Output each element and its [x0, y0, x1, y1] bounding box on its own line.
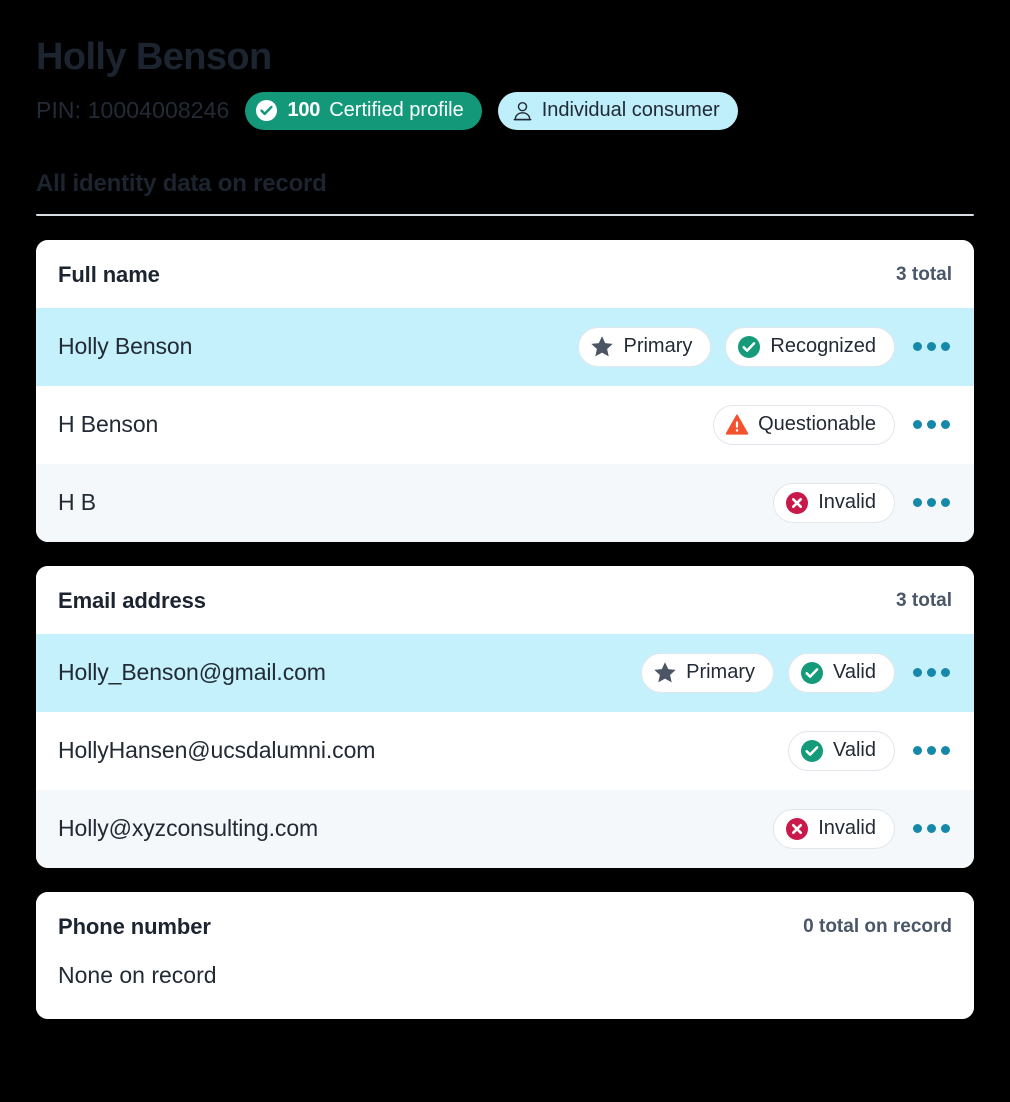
- table-row[interactable]: HollyHansen@ucsdalumni.com Valid: [36, 711, 974, 790]
- identity-profile-page: Holly Benson PIN: 10004008246 100 Certif…: [0, 0, 1010, 1102]
- row-value: Holly@xyzconsulting.com: [58, 815, 319, 842]
- certified-label: Certified profile: [329, 99, 464, 122]
- status-badge: Invalid: [773, 482, 895, 523]
- identity-card: Full name 3 total Holly Benson Primary Recog…: [36, 239, 974, 542]
- row-actions: Invalid: [773, 808, 954, 849]
- status-badge-label: Questionable: [758, 413, 876, 436]
- certified-score: 100: [287, 99, 321, 122]
- status-badge-label: Invalid: [818, 491, 876, 514]
- status-badge-label: Invalid: [818, 817, 876, 840]
- section-divider: [36, 213, 974, 216]
- person-icon: [512, 100, 533, 122]
- card-title: Email address: [58, 587, 206, 613]
- row-actions: Invalid: [773, 482, 954, 523]
- card-header: Email address 3 total: [36, 565, 974, 634]
- status-badge-label: Primary: [623, 335, 693, 358]
- identity-card: Phone number 0 total on record None on rec…: [36, 891, 974, 1019]
- table-row[interactable]: H Benson Questionable: [36, 385, 974, 464]
- identity-cards-container: Full name 3 total Holly Benson Primary Recog…: [36, 239, 974, 1019]
- status-badge-label: Valid: [833, 661, 876, 684]
- pin-label: PIN: 10004008246: [36, 97, 230, 124]
- check-circle-icon: [800, 661, 824, 685]
- status-badge: Primary: [641, 652, 774, 693]
- more-options-icon[interactable]: [909, 738, 954, 763]
- row-actions: Valid: [788, 730, 954, 771]
- check-circle-icon: [737, 335, 761, 359]
- status-badge-certified-profile: 100 Certified profile: [245, 91, 482, 130]
- row-value: Holly_Benson@gmail.com: [58, 659, 326, 686]
- x-circle-icon: [785, 491, 809, 515]
- more-options-icon[interactable]: [909, 412, 954, 437]
- more-options-icon[interactable]: [909, 660, 954, 685]
- warning-triangle-icon: [725, 413, 749, 437]
- check-circle-icon: [255, 99, 278, 122]
- table-row[interactable]: Holly@xyzconsulting.com Invalid: [36, 789, 974, 868]
- card-header: Phone number 0 total on record: [36, 891, 974, 960]
- row-actions: Primary Valid: [641, 652, 954, 693]
- status-badge: Valid: [788, 652, 895, 693]
- status-badge-label: Primary: [686, 661, 755, 684]
- card-title: Full name: [58, 261, 160, 287]
- row-value: Holly Benson: [58, 333, 193, 360]
- status-badge-individual-consumer: Individual consumer: [497, 91, 738, 130]
- status-badge: Recognized: [725, 326, 895, 367]
- row-value: H B: [58, 489, 97, 516]
- table-row[interactable]: H B Invalid: [36, 463, 974, 542]
- card-count: 3 total: [896, 263, 952, 285]
- row-value: HollyHansen@ucsdalumni.com: [58, 737, 376, 764]
- status-badge-label: Valid: [833, 739, 876, 762]
- x-circle-icon: [785, 817, 809, 841]
- status-badge-label: Recognized: [770, 335, 876, 358]
- more-options-icon[interactable]: [909, 490, 954, 515]
- empty-state-text: None on record: [36, 959, 974, 1019]
- status-badge: Questionable: [713, 404, 895, 445]
- section-heading: All identity data on record: [36, 169, 327, 197]
- row-value: H Benson: [58, 411, 159, 438]
- star-icon: [653, 661, 677, 684]
- status-badge: Invalid: [773, 808, 895, 849]
- check-circle-icon: [800, 739, 824, 763]
- row-actions: Primary Recognized: [578, 326, 954, 367]
- status-badge: Primary: [578, 326, 712, 367]
- table-row[interactable]: Holly Benson Primary Recognized: [36, 307, 974, 386]
- card-header: Full name 3 total: [36, 239, 974, 308]
- more-options-icon[interactable]: [909, 334, 954, 359]
- star-icon: [590, 335, 614, 358]
- identity-card: Email address 3 total Holly_Benson@gmail.c…: [36, 565, 974, 868]
- card-count: 3 total: [896, 589, 952, 611]
- page-title: Holly Benson: [36, 36, 272, 78]
- identity-summary-row: PIN: 10004008246 100 Certified profile I…: [36, 91, 974, 130]
- row-actions: Questionable: [713, 404, 954, 445]
- card-title: Phone number: [58, 913, 211, 939]
- status-badge: Valid: [788, 730, 895, 771]
- table-row[interactable]: Holly_Benson@gmail.com Primary Valid: [36, 633, 974, 712]
- consumer-label: Individual consumer: [541, 99, 720, 122]
- card-count: 0 total on record: [803, 915, 952, 937]
- more-options-icon[interactable]: [909, 816, 954, 841]
